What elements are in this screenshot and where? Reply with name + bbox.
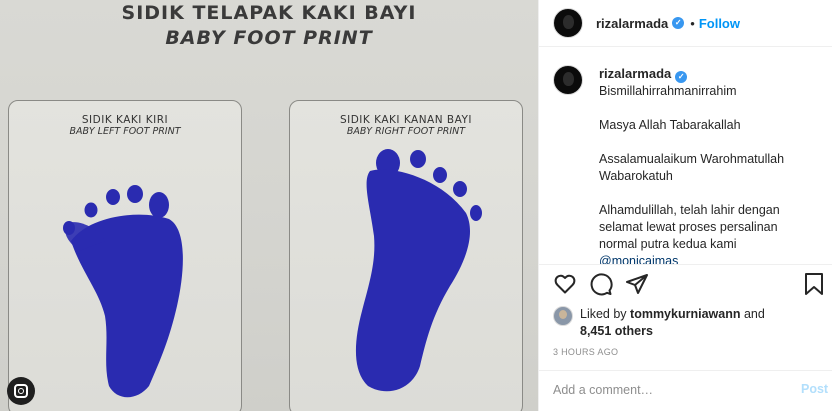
likes: Liked by tommykurniawann and 8,451 other…	[553, 306, 765, 340]
divider	[539, 370, 832, 371]
likes-prefix: Liked by	[580, 307, 631, 321]
likes-others[interactable]: 8,451 others	[580, 324, 653, 338]
right-footprint-card: SIDIK KAKI KANAN BAYI BABY RIGHT FOOT PR…	[289, 100, 523, 411]
bookmark-icon[interactable]	[803, 272, 825, 296]
liker-avatar[interactable]	[553, 306, 573, 326]
caption: rizalarmada ✓ Bismillahirrahmanirrahim Ma…	[539, 65, 832, 264]
right-footprint	[355, 149, 482, 392]
likes-conjunction: and	[740, 307, 765, 321]
post-header: rizalarmada ✓ • Follow	[539, 0, 832, 47]
caption-line: Alhamdulillah, telah lahir dengan	[599, 203, 780, 217]
post-image[interactable]: SIDIK TELAPAK KAKI BAYI BABY FOOT PRINT …	[0, 0, 538, 411]
caption-avatar[interactable]	[553, 65, 583, 95]
post-comment-button[interactable]: Post	[801, 382, 828, 396]
comment-icon[interactable]	[589, 272, 613, 296]
instagram-icon[interactable]	[7, 377, 35, 405]
comment-input[interactable]	[553, 379, 793, 401]
liker-username[interactable]: tommykurniawann	[630, 307, 740, 321]
caption-line: selamat lewat proses persalinan	[599, 220, 778, 234]
caption-line: normal putra kedua kami	[599, 237, 737, 251]
photo-subtitle: BABY FOOT PRINT	[165, 27, 373, 49]
caption-line: Masya Allah Tabarakallah	[599, 118, 741, 132]
left-footprint	[63, 185, 183, 398]
verified-badge-icon: ✓	[672, 17, 685, 29]
header-separator: •	[690, 15, 695, 31]
share-icon[interactable]	[625, 272, 649, 296]
caption-verified-badge-icon: ✓	[675, 71, 688, 83]
caption-mention[interactable]: @monicaimas	[599, 253, 784, 264]
caption-line: Wabarokatuh	[599, 169, 673, 183]
heart-icon[interactable]	[553, 272, 577, 296]
timestamp[interactable]: 3 HOURS AGO	[553, 347, 618, 357]
caption-line: Bismillahirrahmanirrahim	[599, 84, 737, 98]
caption-line: Assalamualaikum Warohmatullah	[599, 152, 785, 166]
follow-button[interactable]: Follow	[699, 16, 740, 31]
photo-title: SIDIK TELAPAK KAKI BAYI	[121, 2, 417, 24]
caption-username[interactable]: rizalarmada	[599, 66, 671, 81]
header-username[interactable]: rizalarmada	[596, 16, 668, 31]
post-side-panel: rizalarmada ✓ • Follow rizalarmada ✓ Bism…	[538, 0, 832, 411]
divider	[539, 264, 832, 265]
avatar[interactable]	[553, 8, 583, 38]
left-footprint-card: SIDIK KAKI KIRI BABY LEFT FOOT PRINT	[8, 100, 242, 411]
action-bar	[553, 272, 825, 300]
